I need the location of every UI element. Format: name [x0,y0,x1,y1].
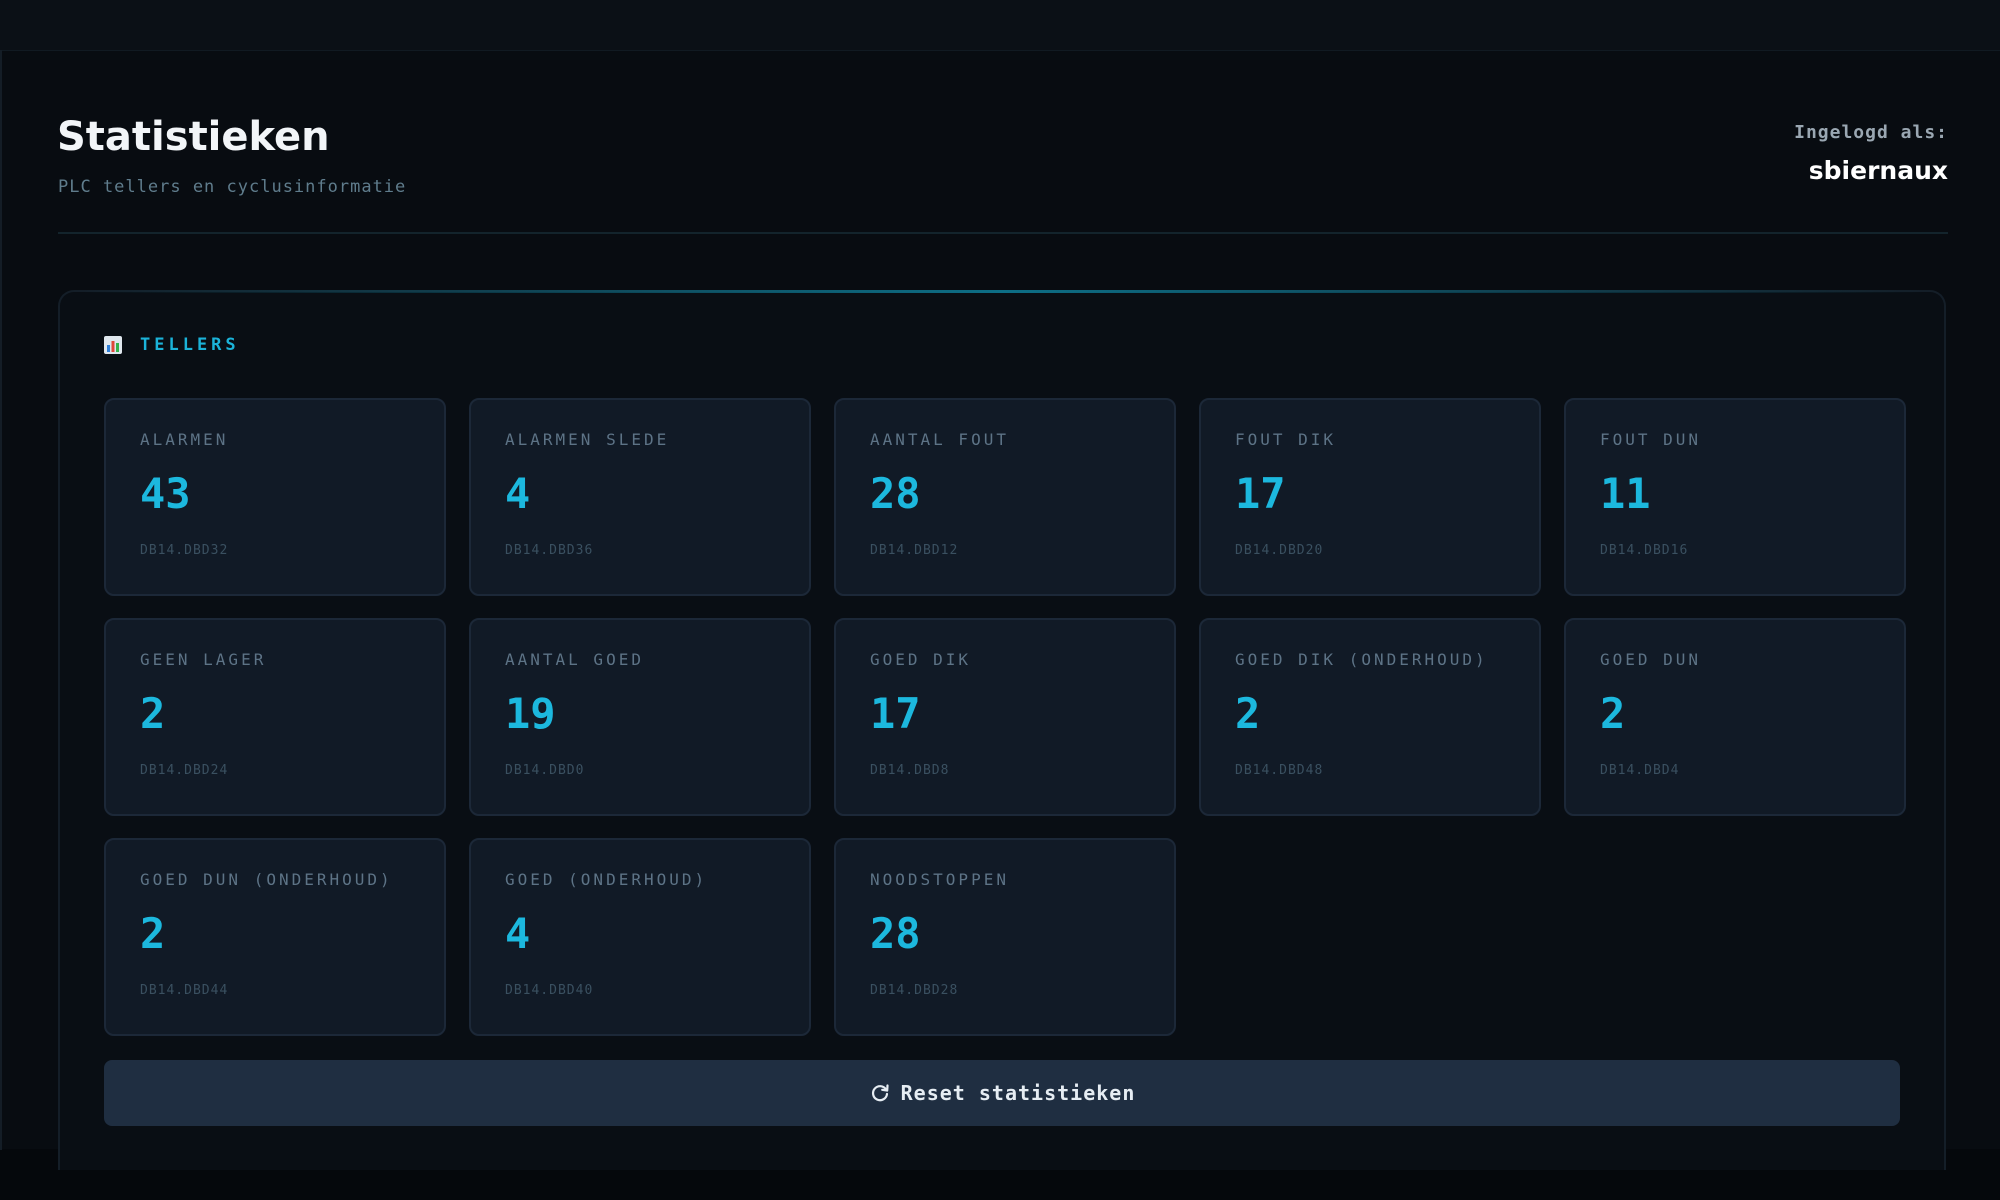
stat-address: DB14.DBD24 [140,763,229,778]
stat-value: 2 [140,909,166,958]
stat-address: DB14.DBD32 [140,543,229,558]
stat-address: DB14.DBD16 [1600,543,1689,558]
top-bar [0,0,2000,51]
stat-address: DB14.DBD40 [505,983,594,998]
stat-address: DB14.DBD28 [870,983,959,998]
stat-card: AANTAL FOUT 28 DB14.DBD12 [834,398,1176,596]
login-label: Ingelogd als: [1794,122,1948,143]
stat-card: ALARMEN SLEDE 4 DB14.DBD36 [469,398,811,596]
refresh-icon [869,1082,891,1104]
stat-value: 2 [1235,689,1261,738]
reset-button-label: Reset statistieken [900,1081,1136,1105]
reset-statistics-button[interactable]: Reset statistieken [104,1060,1900,1126]
stat-address: DB14.DBD8 [870,763,950,778]
stat-label: ALARMEN SLEDE [505,430,670,449]
stat-address: DB14.DBD4 [1600,763,1680,778]
stat-value: 43 [140,469,191,518]
stat-card: GOED DIK 17 DB14.DBD8 [834,618,1176,816]
stat-label: FOUT DUN [1600,430,1702,449]
stat-value: 4 [505,909,531,958]
stat-card: GOED DUN (ONDERHOUD) 2 DB14.DBD44 [104,838,446,1036]
username[interactable]: sbiernaux [1794,155,1948,187]
stat-value: 11 [1600,469,1651,518]
stat-value: 28 [870,909,921,958]
stat-address: DB14.DBD48 [1235,763,1324,778]
stat-label: FOUT DIK [1235,430,1337,449]
stat-value: 4 [505,469,531,518]
stat-address: DB14.DBD20 [1235,543,1324,558]
stat-address: DB14.DBD36 [505,543,594,558]
stat-label: GOED DUN (ONDERHOUD) [140,870,393,889]
stat-value: 28 [870,469,921,518]
login-info: Ingelogd als: sbiernaux [1794,121,1948,187]
stat-card: AANTAL GOED 19 DB14.DBD0 [469,618,811,816]
stat-card: GEEN LAGER 2 DB14.DBD24 [104,618,446,816]
stat-card: FOUT DUN 11 DB14.DBD16 [1564,398,1906,596]
stat-label: GEEN LAGER [140,650,267,669]
panel-accent-line [80,290,1926,293]
counters-panel: TELLERS ALARMEN 43 DB14.DBD32 ALARMEN SLEDE… [58,290,1946,1170]
page-title: Statistieken [57,114,330,160]
stat-label: GOED DUN [1600,650,1702,669]
stats-grid: ALARMEN 43 DB14.DBD32 ALARMEN SLEDE 4 DB14.DB… [104,398,1906,1036]
stat-value: 19 [505,689,556,738]
page-subtitle: PLC tellers en cyclusinformatie [58,177,407,197]
stat-address: DB14.DBD44 [140,983,229,998]
stat-label: GOED DIK [870,650,972,669]
stat-value: 2 [1600,689,1626,738]
stat-card: GOED DUN 2 DB14.DBD4 [1564,618,1906,816]
panel-header: TELLERS [104,335,240,355]
stat-value: 17 [870,689,921,738]
header-divider [58,232,1948,234]
stat-value: 2 [140,689,166,738]
stat-card: NOODSTOPPEN 28 DB14.DBD28 [834,838,1176,1036]
stat-label: AANTAL GOED [505,650,644,669]
stat-label: AANTAL FOUT [870,430,1009,449]
stat-label: GOED (ONDERHOUD) [505,870,708,889]
stat-label: ALARMEN [140,430,229,449]
stat-address: DB14.DBD0 [505,763,585,778]
stat-card: GOED DIK (ONDERHOUD) 2 DB14.DBD48 [1199,618,1541,816]
stat-card: GOED (ONDERHOUD) 4 DB14.DBD40 [469,838,811,1036]
stat-card: ALARMEN 43 DB14.DBD32 [104,398,446,596]
stat-value: 17 [1235,469,1286,518]
stat-card: FOUT DIK 17 DB14.DBD20 [1199,398,1541,596]
panel-title: TELLERS [140,335,240,355]
bar-chart-icon [104,336,122,354]
stat-address: DB14.DBD12 [870,543,959,558]
stat-label: GOED DIK (ONDERHOUD) [1235,650,1488,669]
stat-label: NOODSTOPPEN [870,870,1009,889]
